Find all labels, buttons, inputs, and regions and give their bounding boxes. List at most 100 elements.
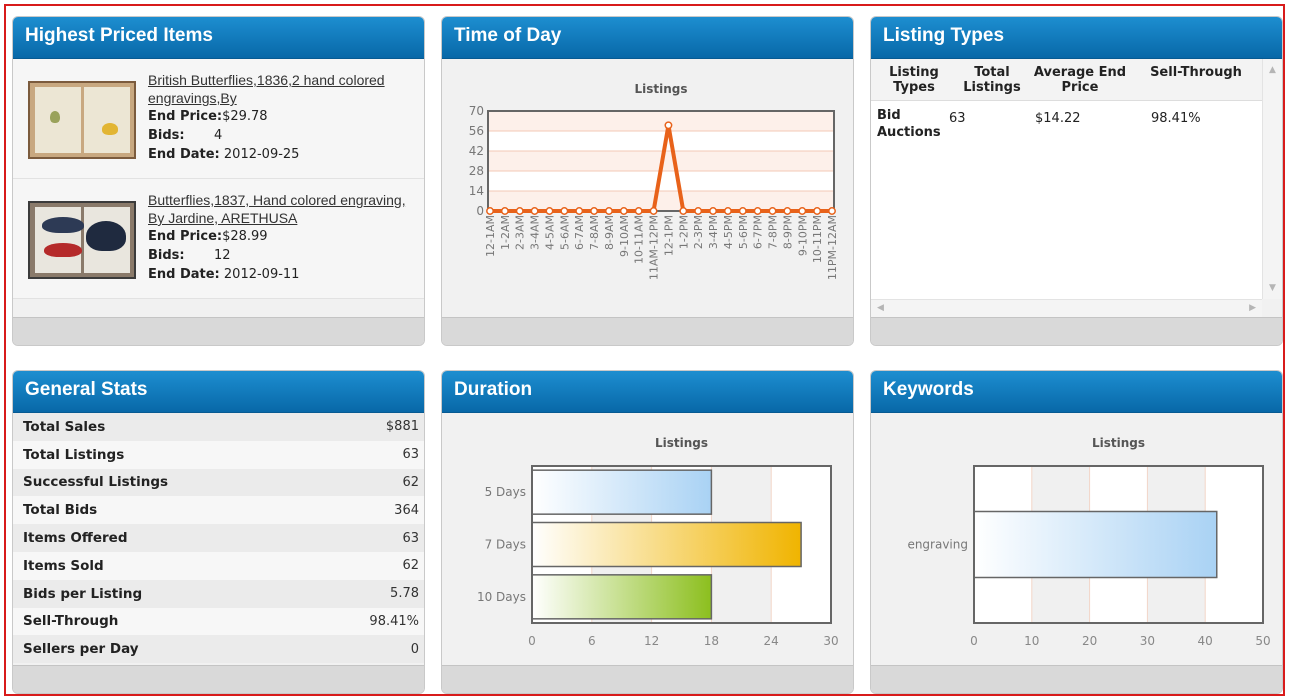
x-tick-label: 11PM-12AM [826, 215, 839, 280]
data-point [738, 207, 747, 215]
list-item: British Butterflies,1836,2 hand colored … [13, 59, 424, 179]
bar [531, 469, 713, 515]
scroll-down-icon[interactable]: ▼ [1269, 283, 1276, 293]
scroll-right-icon[interactable]: ▶ [1249, 303, 1256, 313]
data-point [783, 207, 792, 215]
bids-label: Bids: [148, 248, 185, 263]
stat-value: 98.41% [369, 613, 419, 629]
stat-value: 364 [394, 502, 419, 518]
listing-types-table: Listing Types Total Listings Average End… [871, 59, 1262, 299]
scroll-up-icon[interactable]: ▲ [1269, 65, 1276, 75]
y-tick-label: 42 [469, 144, 484, 158]
stat-label: Bids per Listing [23, 585, 143, 602]
x-tick-label: 11AM-12PM [648, 215, 661, 280]
table-row: Bid Auctions 63 $14.22 98.41% [871, 101, 1262, 145]
x-tick-label: 40 [1198, 634, 1213, 648]
data-point [813, 207, 822, 215]
stat-row: Items Sold 62 [13, 551, 424, 580]
stat-value: 0 [410, 641, 419, 657]
stat-row: Sellers per Day 0 [13, 635, 424, 664]
panel-title: Highest Priced Items [13, 17, 424, 59]
x-tick-label: 9-10PM [796, 215, 809, 256]
stat-label: Items Offered [23, 530, 128, 547]
panel-footer [442, 665, 853, 693]
end-price-value: $29.78 [222, 109, 268, 124]
stat-value: 62 [402, 558, 419, 574]
highest-priced-items-panel: Highest Priced Items British Butterflies… [12, 16, 425, 346]
keywords-panel: Keywords Listings 0 10 20 30 40 50 engraving [870, 370, 1283, 694]
stat-label: Total Bids [23, 502, 98, 519]
panel-footer [13, 665, 424, 693]
data-point [619, 207, 628, 215]
y-tick-label: engraving [907, 538, 968, 552]
x-tick-label: 18 [704, 634, 719, 648]
y-tick-label: 0 [476, 204, 484, 218]
x-tick-label: 0 [970, 634, 978, 648]
stat-row: Bids per Listing 5.78 [13, 579, 424, 608]
col-header-total-listings[interactable]: Total Listings [957, 59, 1027, 100]
item-title-link[interactable]: British Butterflies,1836,2 hand colored … [148, 71, 418, 107]
col-header-listing-types[interactable]: Listing Types [871, 59, 957, 100]
x-tick-label: 3-4AM [529, 215, 542, 250]
data-point [545, 207, 554, 215]
bids-label: Bids: [148, 128, 185, 143]
data-point [649, 207, 658, 215]
cell-total: 63 [949, 111, 966, 126]
panel-footer [871, 317, 1282, 345]
item-thumbnail[interactable] [28, 201, 136, 279]
cell-type: Bid Auctions [877, 108, 941, 140]
stats-table: Total Sales $881 Total Listings 63 Successfu… [13, 413, 424, 664]
bids-value: 12 [214, 248, 231, 263]
bar [973, 510, 1218, 579]
chart-title: Listings [634, 82, 687, 96]
panel-footer [871, 665, 1282, 693]
stat-label: Successful Listings [23, 474, 169, 491]
list-item: Butterflies,1837, Hand colored engraving… [13, 179, 424, 299]
scroll-left-icon[interactable]: ◀ [877, 303, 884, 313]
horizontal-scrollbar[interactable]: ◀ ▶ [871, 299, 1262, 317]
item-title-link[interactable]: Butterflies,1837, Hand colored engraving… [148, 191, 418, 227]
data-point [486, 207, 494, 215]
y-tick-label: 28 [469, 164, 484, 178]
grid-band [488, 111, 834, 131]
data-point [723, 207, 732, 215]
col-header-sell-through[interactable]: Sell-Through [1133, 59, 1259, 100]
data-point [828, 207, 836, 215]
chart-title: Listings [1092, 436, 1145, 450]
panel-title: Time of Day [442, 17, 853, 59]
col-header-average-end-price[interactable]: Average End Price [1027, 59, 1133, 100]
cell-sell-through: 98.41% [1151, 111, 1201, 126]
x-tick-label: 7-8PM [767, 215, 780, 249]
x-tick-label: 2-3AM [514, 215, 527, 250]
end-date-label: End Date: [148, 267, 220, 282]
vertical-scrollbar[interactable]: ▲ ▼ [1262, 59, 1282, 299]
duration-panel: Duration Listings 0 6 12 18 24 30 5 Days 7 Days 1… [441, 370, 854, 694]
end-price-label: End Price: [148, 109, 223, 124]
data-point [768, 207, 777, 215]
x-tick-label: 9-10AM [618, 215, 631, 257]
y-tick-label: 7 Days [485, 538, 526, 552]
x-tick-label: 12-1PM [662, 215, 675, 256]
stat-label: Total Listings [23, 446, 125, 463]
data-point [679, 207, 688, 215]
end-date-value: 2012-09-25 [223, 147, 300, 162]
data-point [709, 207, 717, 215]
x-tick-label: 2-3PM [692, 215, 705, 249]
stat-row: Total Listings 63 [13, 440, 424, 469]
x-tick-label: 10 [1024, 634, 1039, 648]
x-tick-label: 10-11PM [811, 215, 824, 263]
y-tick-label: 10 Days [477, 590, 526, 604]
stat-label: Sellers per Day [23, 641, 139, 658]
x-tick-label: 12 [644, 634, 659, 648]
stat-label: Total Sales [23, 418, 106, 435]
item-thumbnail[interactable] [28, 81, 136, 159]
x-tick-label: 0 [528, 634, 536, 648]
panel-footer [13, 317, 424, 345]
data-point [664, 121, 673, 130]
x-tick-label: 12-1AM [484, 215, 497, 257]
stat-row: Sell-Through 98.41% [13, 607, 424, 636]
x-tick-label: 5-6AM [558, 215, 571, 250]
panel-title: Keywords [871, 371, 1282, 413]
grid-band [488, 191, 834, 211]
x-tick-label: 8-9PM [781, 215, 794, 249]
